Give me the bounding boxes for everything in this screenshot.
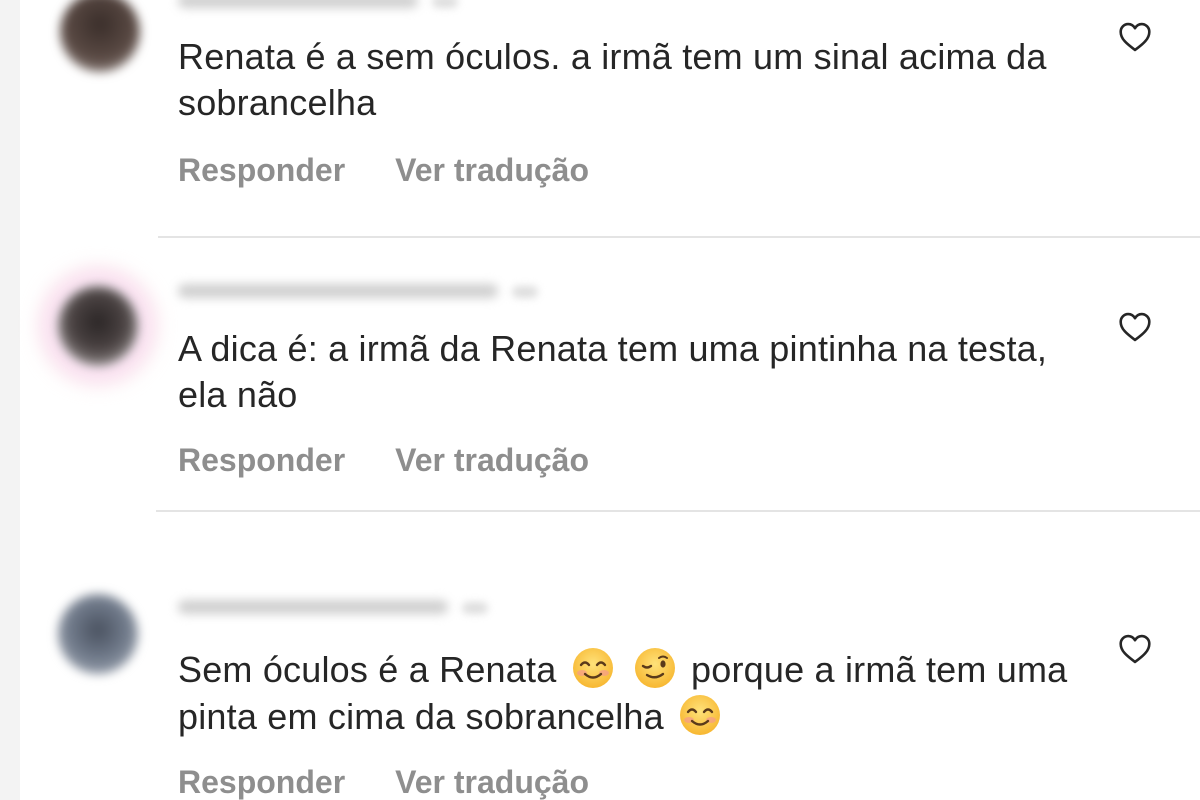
comments-screen: Renata é a sem óculos. a irmã tem um sin… <box>0 0 1200 800</box>
comment-text: Sem óculos é a Renata porque a irmã tem … <box>178 646 1078 740</box>
comment-3: Sem óculos é a Renata porque a irmã tem … <box>0 512 1200 800</box>
comment-1: Renata é a sem óculos. a irmã tem um sin… <box>0 0 1200 240</box>
reply-button[interactable]: Responder <box>178 764 345 800</box>
comment-2: A dica é: a irmã da Renata tem uma pinti… <box>0 240 1200 510</box>
heart-outline-icon[interactable] <box>1118 634 1152 664</box>
username-blurred[interactable] <box>178 0 418 8</box>
timestamp-blurred <box>432 0 458 8</box>
avatar[interactable] <box>60 0 140 72</box>
avatar[interactable] <box>58 286 138 366</box>
username-blurred[interactable] <box>178 284 498 298</box>
translate-button[interactable]: Ver tradução <box>395 152 589 189</box>
avatar[interactable] <box>58 594 138 674</box>
comment-text: Renata é a sem óculos. a irmã tem um sin… <box>178 36 1047 123</box>
translate-button[interactable]: Ver tradução <box>395 442 589 479</box>
comment-text: A dica é: a irmã da Renata tem uma pinti… <box>178 328 1048 415</box>
heart-outline-icon[interactable] <box>1118 312 1152 342</box>
username-blurred[interactable] <box>178 600 448 614</box>
reply-button[interactable]: Responder <box>178 152 345 189</box>
comment-actions: Responder Ver tradução <box>178 442 589 479</box>
smiling-face-with-smiling-eyes-icon <box>572 648 613 688</box>
reply-button[interactable]: Responder <box>178 442 345 479</box>
comment-actions: Responder Ver tradução <box>178 764 589 800</box>
heart-outline-icon[interactable] <box>1118 22 1152 52</box>
divider <box>158 236 1200 238</box>
winking-face-icon <box>634 648 675 688</box>
translate-button[interactable]: Ver tradução <box>395 764 589 800</box>
smiling-face-with-smiling-eyes-icon <box>680 695 721 735</box>
timestamp-blurred <box>462 602 488 614</box>
timestamp-blurred <box>512 286 538 298</box>
comment-actions: Responder Ver tradução <box>178 152 589 189</box>
comment-text-part1: Sem óculos é a Renata <box>178 649 557 690</box>
